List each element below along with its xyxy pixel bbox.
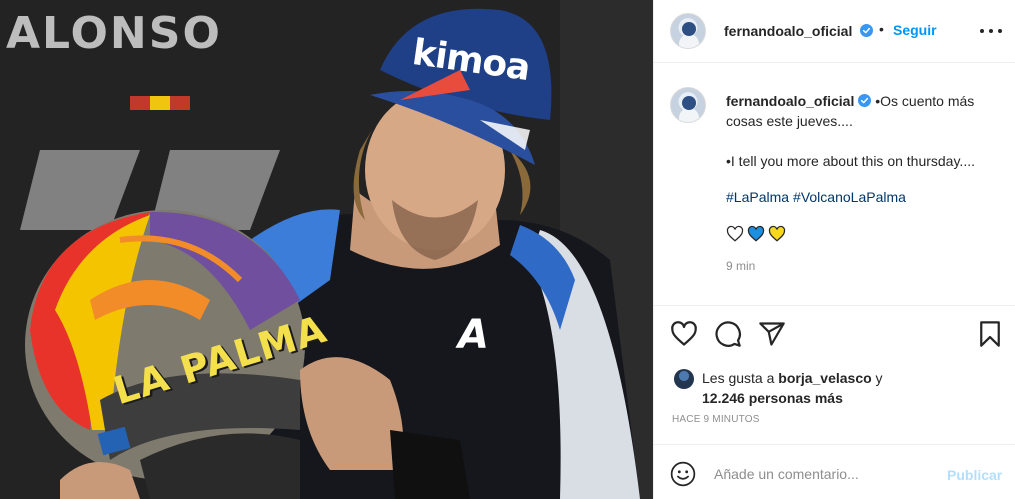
- caption-emojis: [726, 225, 1011, 243]
- hashtag-link[interactable]: #LaPalma: [726, 189, 789, 205]
- bookmark-icon[interactable]: [976, 320, 1004, 348]
- send-icon[interactable]: [758, 320, 786, 348]
- hashtag-link[interactable]: #VolcanoLaPalma: [793, 189, 906, 205]
- publish-button[interactable]: Publicar: [947, 467, 1002, 483]
- more-options-icon[interactable]: [979, 20, 1003, 40]
- suit-logo-text: A: [458, 312, 489, 358]
- post-header: fernandoalo_oficial • Seguir: [654, 0, 1015, 63]
- caption-hashtags: #LaPalma #VolcanoLaPalma: [726, 187, 1011, 207]
- header-username[interactable]: fernandoalo_oficial: [724, 23, 874, 39]
- comment-input[interactable]: [714, 463, 934, 485]
- comment-icon[interactable]: [714, 320, 742, 348]
- yellow-heart-icon: [768, 225, 786, 242]
- likes-prefix: Les gusta a: [702, 370, 779, 386]
- white-heart-icon: [726, 225, 744, 242]
- header-separator: •: [879, 21, 884, 37]
- likes-text: Les gusta a borja_velasco y 12.246 perso…: [702, 368, 1002, 408]
- comment-bar: Publicar: [654, 444, 1015, 499]
- caption-username[interactable]: fernandoalo_oficial: [726, 93, 854, 109]
- caption-line-es: fernandoalo_oficial •Os cuento más cosas…: [726, 91, 1011, 131]
- verified-badge-icon: [858, 94, 872, 107]
- follow-button[interactable]: Seguir: [893, 22, 937, 38]
- caption-time[interactable]: 9 min: [726, 259, 755, 273]
- caption-text-en: •I tell you more about this on thursday.…: [726, 153, 975, 169]
- liker-username[interactable]: borja_velasco: [778, 370, 871, 386]
- header-username-text[interactable]: fernandoalo_oficial: [724, 23, 852, 39]
- background-brand-text: ALONSO: [6, 8, 222, 59]
- post-caption: fernandoalo_oficial •Os cuento más cosas…: [654, 63, 1015, 306]
- avatar[interactable]: [674, 369, 694, 389]
- avatar[interactable]: [670, 87, 706, 123]
- photo-illustration: [0, 0, 653, 499]
- post-sidebar: fernandoalo_oficial • Seguir fernandoalo…: [653, 0, 1015, 499]
- post-actions: [654, 306, 1015, 362]
- heart-icon[interactable]: [670, 320, 698, 348]
- posted-time[interactable]: HACE 9 MINUTOS: [672, 414, 760, 425]
- avatar[interactable]: [670, 13, 706, 49]
- blue-heart-icon: [747, 225, 765, 242]
- emoji-icon[interactable]: [670, 461, 696, 487]
- post-photo[interactable]: ALONSO kimoa LA PALMA A: [0, 0, 653, 499]
- caption-body: fernandoalo_oficial •Os cuento más cosas…: [726, 91, 1011, 243]
- likes-count[interactable]: 12.246 personas más: [702, 390, 843, 406]
- verified-badge-icon: [860, 24, 874, 37]
- likes-conj: y: [871, 370, 883, 386]
